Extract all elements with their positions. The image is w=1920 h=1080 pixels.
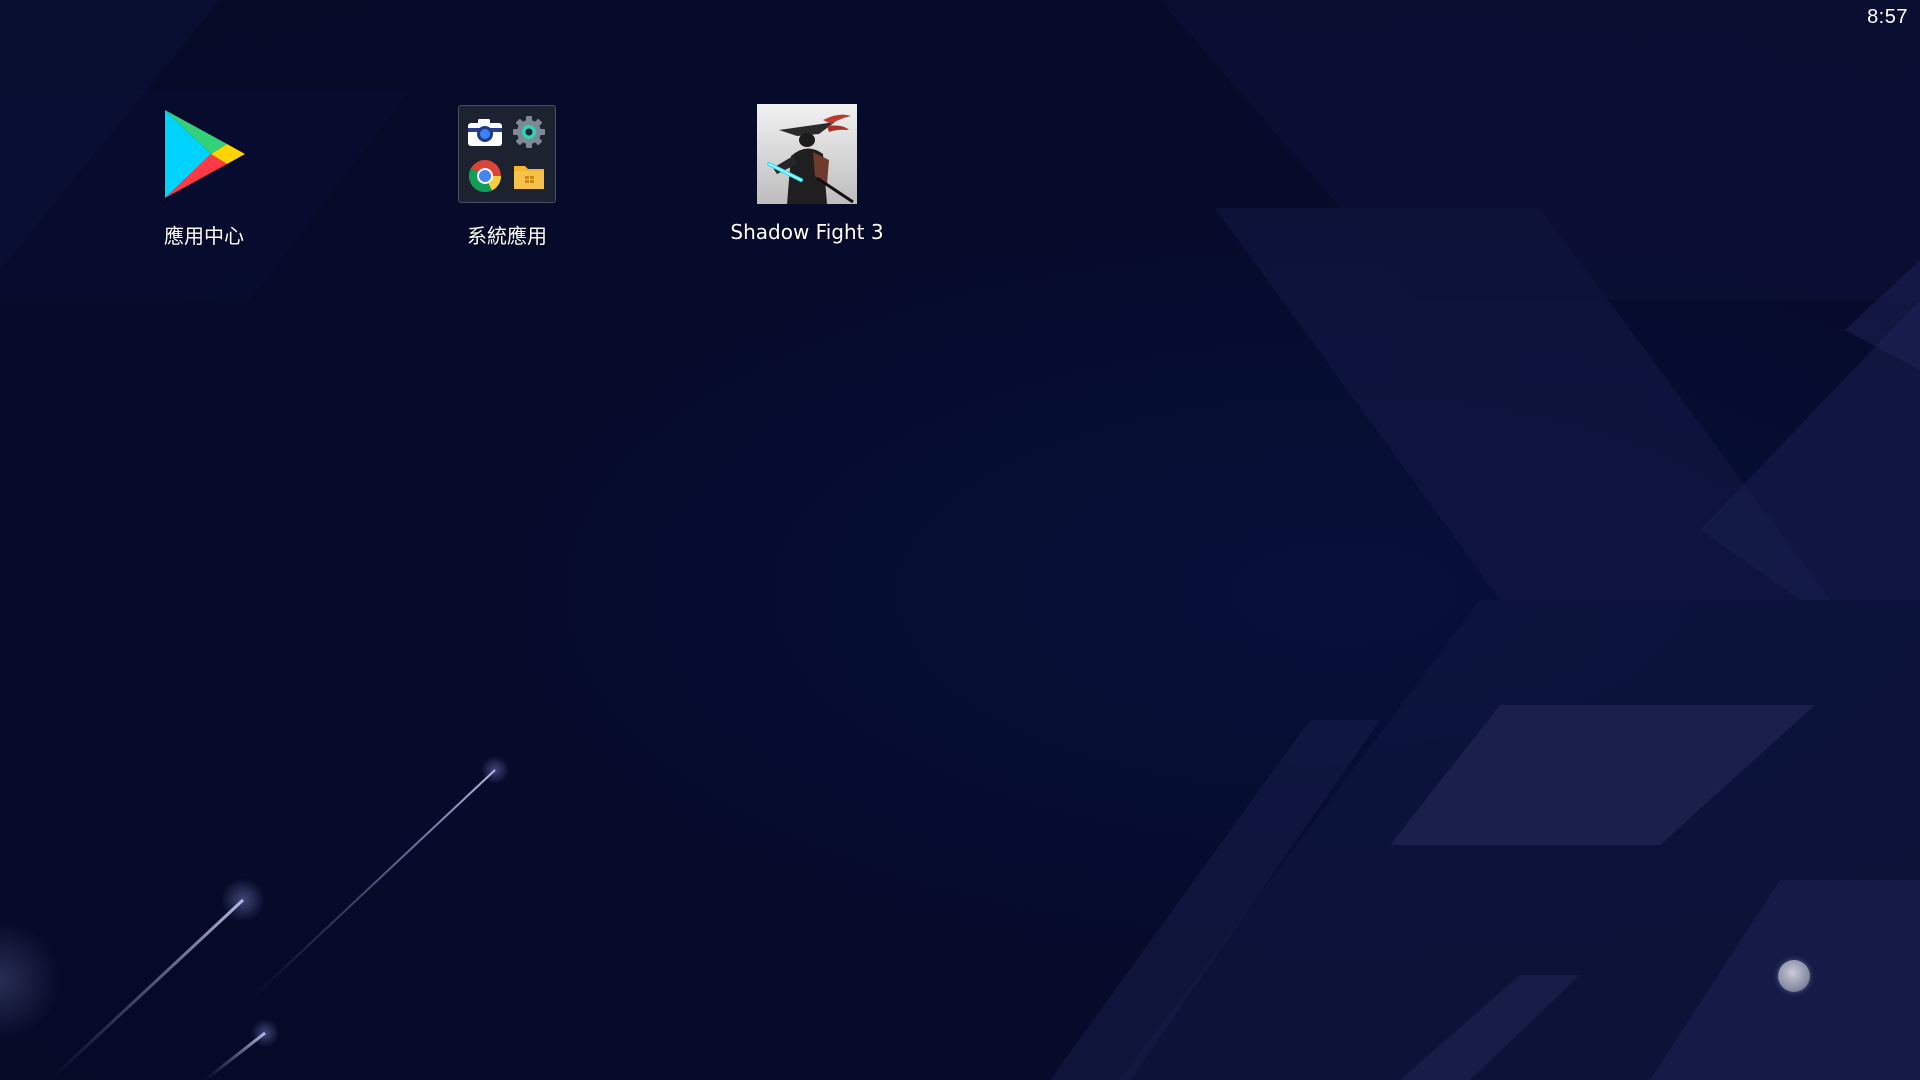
app-shortcut-app-center[interactable]: 應用中心 bbox=[104, 104, 304, 249]
app-label: 應用中心 bbox=[164, 224, 244, 248]
system-apps-folder-icon[interactable] bbox=[458, 105, 556, 203]
folder-system-apps[interactable]: 系統應用 bbox=[407, 104, 607, 249]
floating-assistive-button[interactable] bbox=[1778, 960, 1810, 992]
app-label: 系統應用 bbox=[467, 224, 547, 248]
file-manager-icon bbox=[509, 156, 549, 196]
app-shortcut-shadow-fight-3[interactable]: Shadow Fight 3 bbox=[707, 104, 907, 244]
home-screen: 8:57 應用中心 系統應用 Shadow Fight 3 bbox=[0, 0, 1920, 1080]
shadow-fight-3-icon[interactable] bbox=[757, 104, 857, 204]
app-label: Shadow Fight 3 bbox=[730, 220, 884, 244]
status-bar-clock: 8:57 bbox=[1867, 6, 1908, 28]
settings-icon bbox=[509, 112, 549, 152]
play-store-icon[interactable] bbox=[154, 104, 254, 204]
camera-icon bbox=[465, 112, 505, 152]
chrome-icon bbox=[465, 156, 505, 196]
